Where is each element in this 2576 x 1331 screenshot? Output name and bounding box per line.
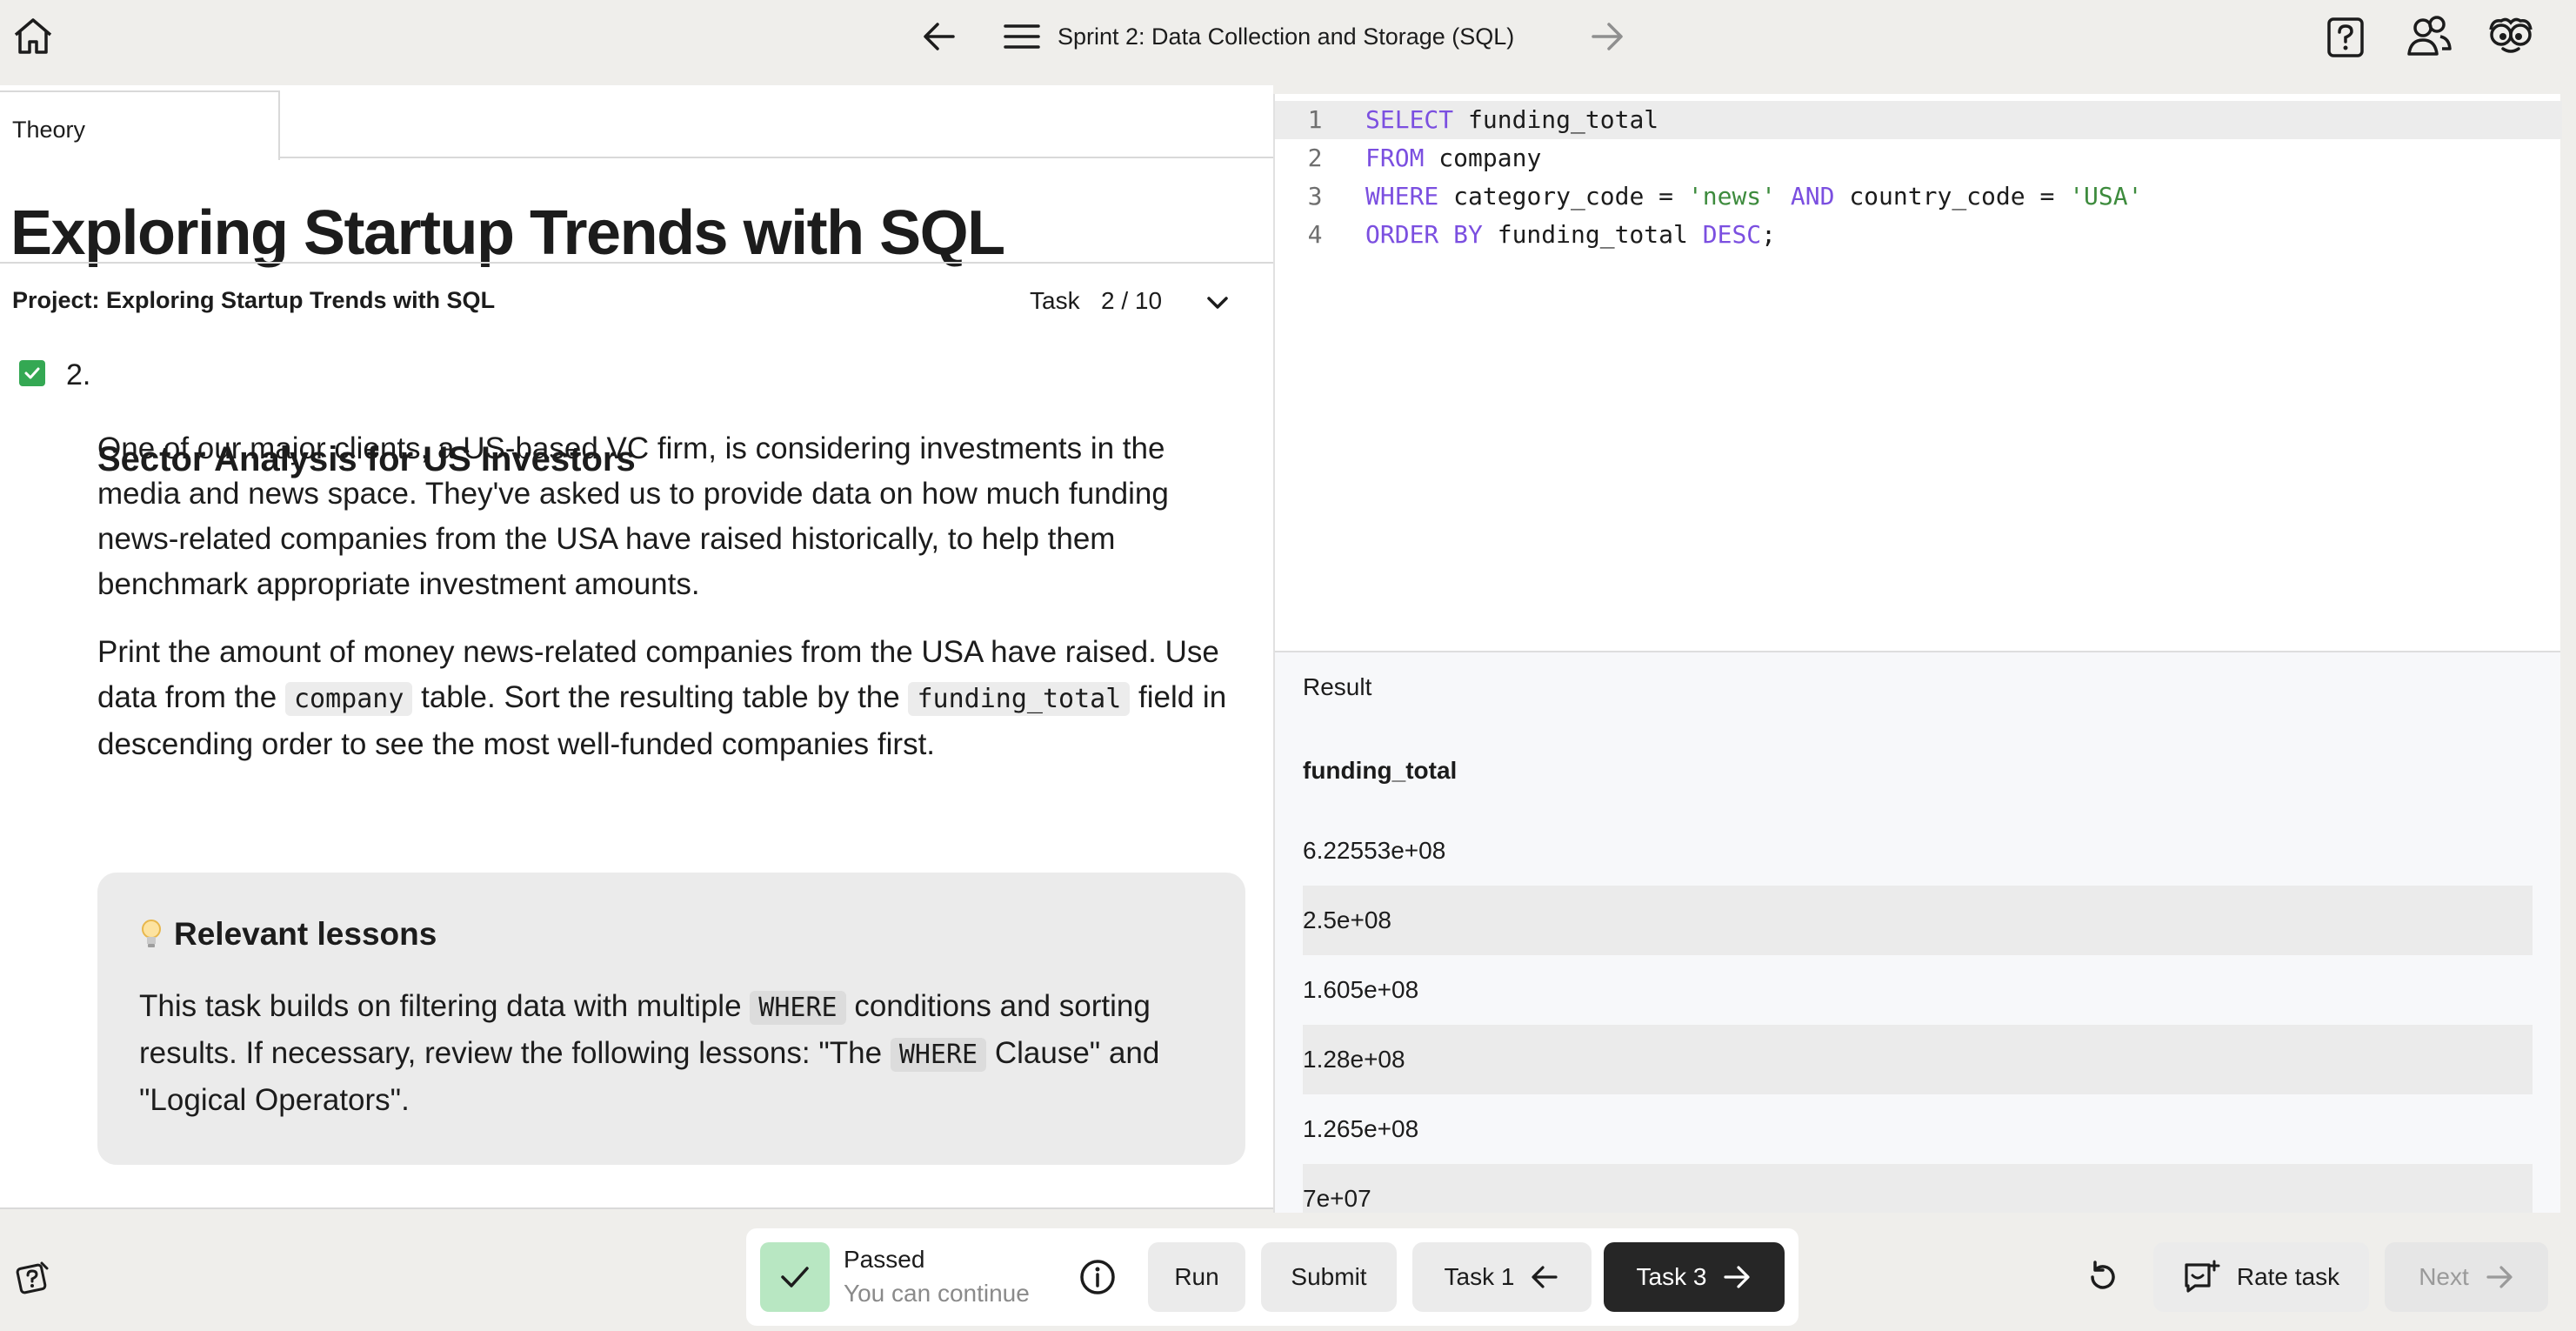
instructions-text-2: table. Sort the resulting table by the xyxy=(412,680,909,714)
line-number: 2 xyxy=(1307,144,1323,172)
previous-task-label: Task 1 xyxy=(1444,1263,1515,1290)
tab-strip: Theory xyxy=(0,85,1273,160)
result-column-header: funding_total xyxy=(1303,757,1458,784)
result-label: Result xyxy=(1303,673,1372,700)
top-bar: Sprint 2: Data Collection and Storage (S… xyxy=(0,0,2576,73)
task-counter: 2 / 10 xyxy=(1101,287,1163,314)
sql-keyword: FROM xyxy=(1365,144,1425,172)
submit-button[interactable]: Submit xyxy=(1261,1242,1397,1312)
rate-icon xyxy=(2185,1260,2220,1293)
sql-text: category_code = xyxy=(1438,182,1688,211)
lesson-title: Exploring Startup Trends with SQL xyxy=(10,198,1005,268)
code-line-1[interactable]: 1 SELECT funding_total xyxy=(1275,101,2562,139)
code-line-3[interactable]: 3 WHERE category_code = 'news' AND count… xyxy=(1275,177,2562,216)
community-icon[interactable] xyxy=(2406,14,2453,59)
info-icon[interactable] xyxy=(1078,1258,1117,1296)
arrow-left-icon[interactable] xyxy=(920,19,958,54)
lightbulb-icon xyxy=(139,918,164,951)
title-divider xyxy=(0,262,1273,264)
result-panel[interactable]: Result funding_total 6.22553e+08 2.5e+08… xyxy=(1273,651,2560,1213)
previous-task-button[interactable]: Task 1 xyxy=(1412,1242,1592,1312)
rate-task-button[interactable]: Rate task xyxy=(2153,1242,2369,1312)
task-instructions: Print the amount of money news-related c… xyxy=(97,630,1245,767)
rate-task-label: Rate task xyxy=(2236,1263,2340,1290)
arrow-right-icon[interactable] xyxy=(1588,19,1626,54)
sql-keyword: ORDER BY xyxy=(1365,220,1483,249)
feedback-icon[interactable] xyxy=(16,1260,50,1294)
code-where-1: WHERE xyxy=(750,991,846,1025)
task-description: One of our major clients, a US-based VC … xyxy=(97,431,1169,601)
result-row: 1.605e+08 xyxy=(1303,976,1419,1003)
code-line-2[interactable]: 2 FROM company xyxy=(1275,139,2562,177)
relevant-lessons-title: Relevant lessons xyxy=(139,916,437,953)
run-button[interactable]: Run xyxy=(1148,1242,1245,1312)
arrow-right-icon xyxy=(1724,1266,1751,1288)
submit-label: Submit xyxy=(1291,1263,1367,1290)
sprint-title[interactable]: Sprint 2: Data Collection and Storage (S… xyxy=(1058,19,1514,54)
code-editor[interactable]: 1 SELECT funding_total 2 FROM company 3 … xyxy=(1273,94,2562,651)
sql-text: country_code = xyxy=(1834,182,2070,211)
bottom-divider xyxy=(0,1207,1273,1209)
next-button[interactable]: Next xyxy=(2385,1242,2548,1312)
code-company: company xyxy=(284,682,413,716)
code-funding-total: funding_total xyxy=(908,682,1131,716)
result-row: 2.5e+08 xyxy=(1303,886,2533,955)
task-number: 2. xyxy=(66,358,91,391)
sql-string: 'USA' xyxy=(2069,182,2143,211)
arrow-right-icon xyxy=(2486,1266,2513,1288)
sql-string: 'news' xyxy=(1687,182,1777,211)
next-task-label: Task 3 xyxy=(1636,1263,1707,1290)
status-subtitle: You can continue xyxy=(844,1280,1030,1307)
next-label: Next xyxy=(2419,1263,2469,1290)
help-icon[interactable] xyxy=(2326,16,2366,59)
code-where-2: WHERE xyxy=(890,1038,987,1072)
arrow-left-icon xyxy=(1532,1266,1558,1288)
status-title: Passed xyxy=(844,1246,925,1273)
sql-text: ; xyxy=(1761,220,1777,249)
task-action-bar: Passed You can continue Run Submit Task … xyxy=(746,1228,1799,1326)
sql-keyword: SELECT xyxy=(1365,105,1454,134)
reset-icon[interactable] xyxy=(2082,1256,2124,1298)
relevant-lessons-text: This task builds on filtering data with … xyxy=(139,984,1209,1123)
result-row: 6.22553e+08 xyxy=(1303,837,1446,864)
relevant-lessons-heading: Relevant lessons xyxy=(174,916,437,952)
theory-panel: Theory Exploring Startup Trends with SQL… xyxy=(0,85,1273,1207)
next-task-button[interactable]: Task 3 xyxy=(1604,1242,1785,1312)
line-number: 3 xyxy=(1307,182,1323,211)
check-icon xyxy=(760,1242,830,1312)
sql-text: funding_total xyxy=(1482,220,1703,249)
sql-keyword: DESC xyxy=(1702,220,1762,249)
lessons-text-1: This task builds on filtering data with … xyxy=(139,989,751,1023)
line-number: 1 xyxy=(1307,105,1323,134)
code-line-4[interactable]: 4 ORDER BY funding_total DESC; xyxy=(1275,216,2562,254)
line-number: 4 xyxy=(1307,220,1323,249)
task-completed-checkbox xyxy=(19,360,45,386)
chevron-down-icon[interactable] xyxy=(1202,287,1233,318)
relevant-lessons-box: Relevant lessons This task builds on fil… xyxy=(97,873,1245,1165)
result-row: 1.28e+08 xyxy=(1303,1025,2533,1094)
tab-theory[interactable]: Theory xyxy=(0,90,280,160)
sql-text: company xyxy=(1424,144,1542,172)
sql-text: funding_total xyxy=(1453,105,1659,134)
home-icon[interactable] xyxy=(10,17,56,56)
project-label: Project: Exploring Startup Trends with S… xyxy=(12,287,496,313)
menu-icon[interactable] xyxy=(1002,21,1042,52)
mascot-icon[interactable] xyxy=(2486,16,2536,57)
run-label: Run xyxy=(1174,1263,1219,1290)
sql-keyword: AND xyxy=(1776,182,1835,211)
result-row: 7e+07 xyxy=(1303,1164,2533,1213)
sql-keyword: WHERE xyxy=(1365,182,1439,211)
task-label: Task xyxy=(1030,287,1080,314)
result-row: 1.265e+08 xyxy=(1303,1115,1419,1142)
